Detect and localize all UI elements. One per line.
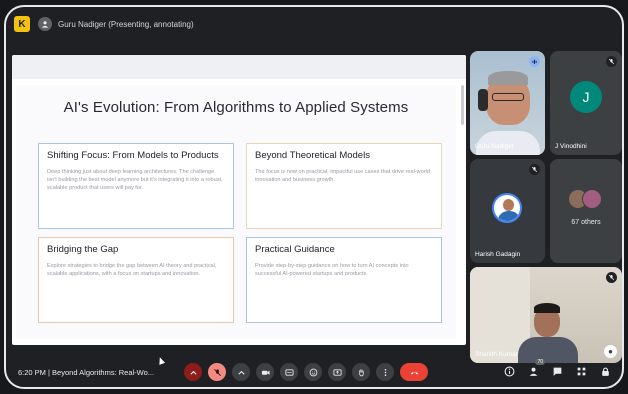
camera-icon [261,370,270,375]
raise-hand-button[interactable] [352,363,370,381]
presenter-label: Guru Nadiger (Presenting, annotating) [58,19,194,29]
mic-off-icon [606,272,617,283]
activities-button[interactable] [574,364,588,378]
mic-off-icon [529,164,540,175]
lock-person-icon [601,367,609,376]
app-logo-icon: K [14,16,30,32]
captions-button[interactable] [280,363,298,381]
mic-off-icon [213,368,221,376]
card-body: Provide step-by-step guidance on how to … [255,263,409,277]
right-controls: 70 [502,359,612,378]
mic-toggle-button[interactable] [208,363,226,381]
info-icon [504,366,514,376]
end-call-button[interactable] [400,363,428,381]
participant-name: Harish Gadagin [475,251,521,258]
bottom-control-bar: 6:20 PM | Beyond Algorithms: Real-Wo... [6,357,622,387]
card-heading: Bridging the Gap [47,244,119,255]
card-practical-guidance: Practical Guidance Provide step-by-step … [246,237,442,323]
presenter-avatar-icon [38,17,52,31]
chat-icon [553,367,561,376]
participant-avatar [582,189,602,209]
presenter-info: Guru Nadiger (Presenting, annotating) [38,17,194,31]
chevron-up-icon [237,370,245,375]
chevron-up-icon [189,370,197,375]
participant-tile-guru[interactable]: Guru Nadiger [470,51,545,155]
participant-video [488,71,528,85]
mic-off-icon [606,56,617,67]
card-beyond-theoretical: Beyond Theoretical Models The focus is n… [246,143,442,229]
participant-avatar [492,193,522,223]
people-button[interactable]: 70 [526,359,545,378]
end-call-icon [410,371,418,374]
slide-title: AI's Evolution: From Algorithms to Appli… [63,99,409,116]
card-bridging-gap: Bridging the Gap Explore strategies to b… [38,237,234,323]
meeting-window: K Guru Nadiger (Presenting, annotating) … [4,5,624,389]
more-vert-icon [384,368,386,376]
emoji-reaction-button[interactable] [304,363,322,381]
call-controls [184,363,428,381]
speaking-indicator-icon [529,56,540,67]
participant-tile-shanith[interactable]: Shanith Kumar ● [470,267,622,363]
card-shifting-focus: Shifting Focus: From Models to Products … [38,143,234,229]
meeting-info-button[interactable] [502,364,516,378]
card-heading: Beyond Theoretical Models [255,150,370,161]
more-options-button[interactable] [376,363,394,381]
slide-toolbar-band [12,55,466,79]
emoji-icon [309,368,317,376]
participant-tile-others[interactable]: 67 others [550,159,622,263]
captions-icon [284,368,294,376]
people-icon [529,367,537,376]
participant-count-badge: 70 [535,359,545,365]
others-count-label: 67 others [571,219,601,226]
participant-name: Guru Nadiger [475,143,515,150]
top-bar: K Guru Nadiger (Presenting, annotating) [6,7,622,41]
camera-toggle-button[interactable] [256,363,274,381]
slide-canvas: AI's Evolution: From Algorithms to Appli… [16,85,456,339]
participant-name: J Vinodhini [555,143,587,150]
card-body: Explore strategies to bridge the gap bet… [47,263,217,277]
card-heading: Shifting Focus: From Models to Products [47,150,219,161]
host-controls-button[interactable] [598,364,612,378]
mic-options-button[interactable] [184,363,202,381]
others-avatars [568,189,604,209]
participant-tile-vinodhini[interactable]: J J Vinodhini [550,51,622,155]
participant-video [492,93,524,101]
card-heading: Practical Guidance [255,244,335,255]
participant-avatar: J [570,81,602,113]
participant-video [534,303,560,313]
card-body: Deep thinking just about deep learning a… [47,169,223,191]
hand-icon [358,368,364,376]
present-screen-button[interactable] [328,363,346,381]
chat-button[interactable] [550,364,564,378]
time-meeting-title: 6:20 PM | Beyond Algorithms: Real-Wo... [18,368,155,377]
camera-options-button[interactable] [232,363,250,381]
presentation-screen[interactable]: AI's Evolution: From Algorithms to Appli… [12,55,466,345]
participant-video [478,89,488,111]
apps-grid-icon [577,367,585,375]
card-body: The focus is now on practical, impactful… [255,169,431,183]
present-icon [332,368,342,376]
participant-tile-harish[interactable]: Harish Gadagin [470,159,545,263]
slide-scrollbar[interactable] [461,85,464,125]
